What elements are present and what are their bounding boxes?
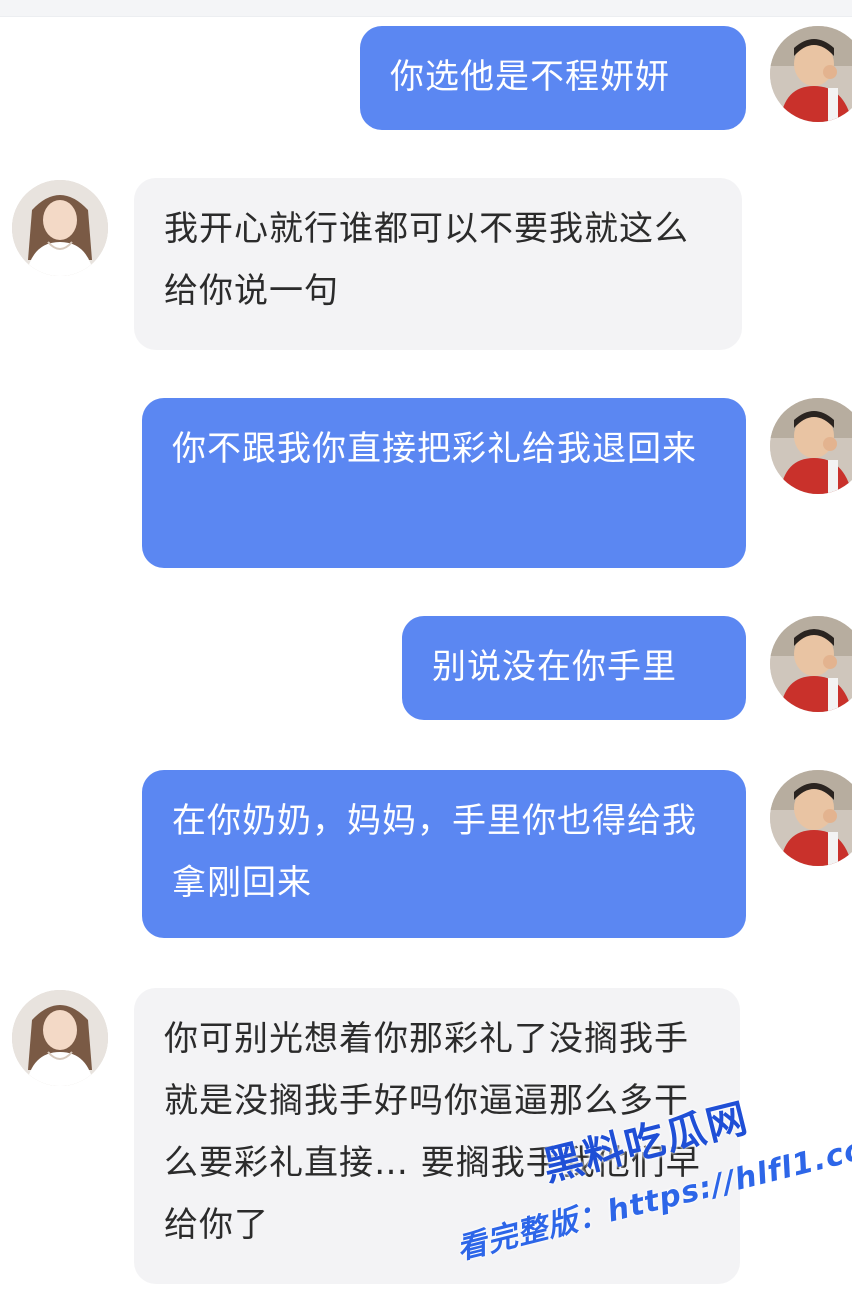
message-text: 你不跟我你直接把彩礼给我退回来 [172, 429, 697, 469]
girl-avatar-icon[interactable] [12, 990, 108, 1086]
boy-avatar-icon[interactable] [770, 26, 852, 122]
message-text: 别说没在你手里 [432, 647, 677, 687]
message-bubble-sent[interactable]: 你不跟我你直接把彩礼给我退回来 [142, 398, 746, 568]
message-text: 我开心就行谁都可以不要我就这么给你说一句 [164, 209, 689, 311]
top-divider [0, 0, 852, 17]
boy-avatar-icon[interactable] [770, 616, 852, 712]
message-bubble-received[interactable]: 你可别光想着你那彩礼了没搁我手就是没搁我手好吗你逼逼那么多干么要彩礼直接… 要搁… [134, 988, 740, 1284]
message-bubble-received[interactable]: 我开心就行谁都可以不要我就这么给你说一句 [134, 178, 742, 350]
boy-avatar-icon[interactable] [770, 398, 852, 494]
message-text: 你选他是不程妍妍 [390, 57, 670, 97]
message-bubble-sent[interactable]: 别说没在你手里 [402, 616, 746, 720]
boy-avatar-icon[interactable] [770, 770, 852, 866]
chat-screen: 你选他是不程妍妍 我开心就行谁都可以不要我就这么给你说一句 你不跟我你直接把彩礼… [0, 0, 852, 1294]
message-bubble-sent[interactable]: 在你奶奶，妈妈，手里你也得给我拿刚回来 [142, 770, 746, 938]
message-bubble-sent[interactable]: 你选他是不程妍妍 [360, 26, 746, 130]
message-text: 在你奶奶，妈妈，手里你也得给我拿刚回来 [172, 801, 697, 903]
girl-avatar-icon[interactable] [12, 180, 108, 276]
message-text: 你可别光想着你那彩礼了没搁我手就是没搁我手好吗你逼逼那么多干么要彩礼直接… 要搁… [164, 1019, 701, 1245]
